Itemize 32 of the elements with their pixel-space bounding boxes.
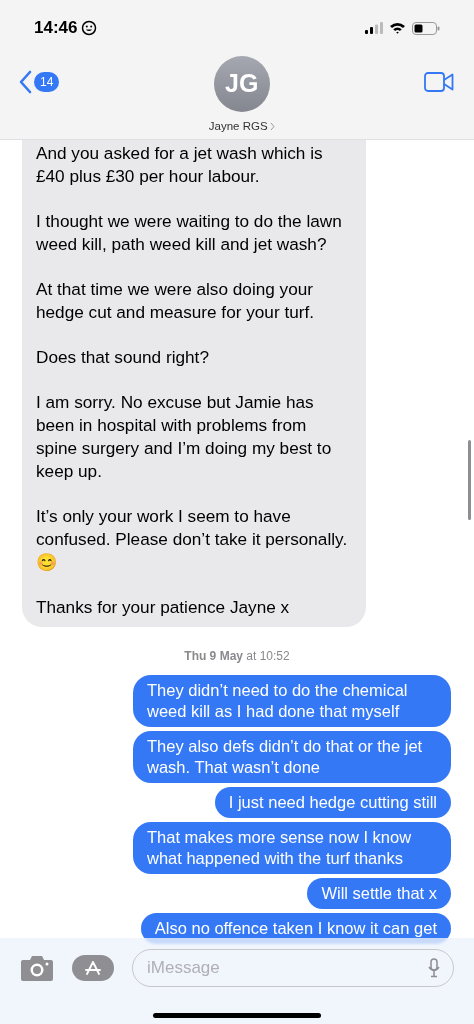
contact-avatar[interactable]: JG	[213, 56, 270, 112]
message-input-field[interactable]: iMessage	[132, 949, 454, 987]
message-text: Does that sound right?	[36, 346, 210, 369]
video-camera-icon	[424, 72, 454, 92]
message-text: Thanks for your patience Jayne x	[36, 596, 291, 619]
message-text: I am sorry. No excuse but Jamie has been in hospital with problems from spine surgery and I’m doing my best to keep up.	[36, 391, 333, 483]
video-call-button[interactable]	[424, 72, 454, 92]
message-text: At that time we were also doing your hedge cut and measure for your turf.	[36, 278, 316, 324]
camera-button[interactable]	[20, 955, 54, 981]
message-text: I thought we were waiting to do the lawn weed kill, path weed kill and jet wash?	[36, 210, 343, 256]
contact-name-link[interactable]: Jayne RGS	[208, 118, 275, 136]
battery-icon	[412, 21, 440, 35]
message-timestamp: Thu 9 May at 10:52	[184, 648, 290, 665]
back-chevron-icon	[18, 70, 32, 94]
back-button[interactable]: 14	[18, 70, 60, 94]
sent-message-bubble: They didn’t need to do the chemical weed kill as I had done that myself	[133, 675, 451, 727]
unread-count-badge: 14	[34, 72, 60, 92]
wifi-icon	[389, 22, 406, 34]
message-text: It’s only your work I seem to have confused. Please don’t take it personally. 😊	[36, 505, 349, 574]
sent-message-bubble: They also defs didn’t do that or the jet wash. That wasn’t done	[133, 731, 451, 783]
sent-message-bubble: Will settle that x	[307, 878, 451, 909]
signal-icon	[365, 22, 383, 34]
message-text: And you asked for a jet wash which is £40 plus £30 per hour labour.	[36, 142, 324, 188]
smiley-icon	[81, 20, 98, 36]
app-store-icon	[84, 960, 102, 976]
app-store-button[interactable]	[72, 955, 114, 981]
status-time: 14:46	[34, 17, 78, 40]
sent-message-bubble: That makes more sense now I know what happened with the turf thanks	[133, 822, 451, 874]
chevron-right-icon	[269, 122, 275, 132]
camera-icon	[20, 955, 54, 981]
microphone-icon[interactable]	[428, 958, 440, 978]
sent-message-bubble: I just need hedge cutting still	[214, 787, 451, 818]
